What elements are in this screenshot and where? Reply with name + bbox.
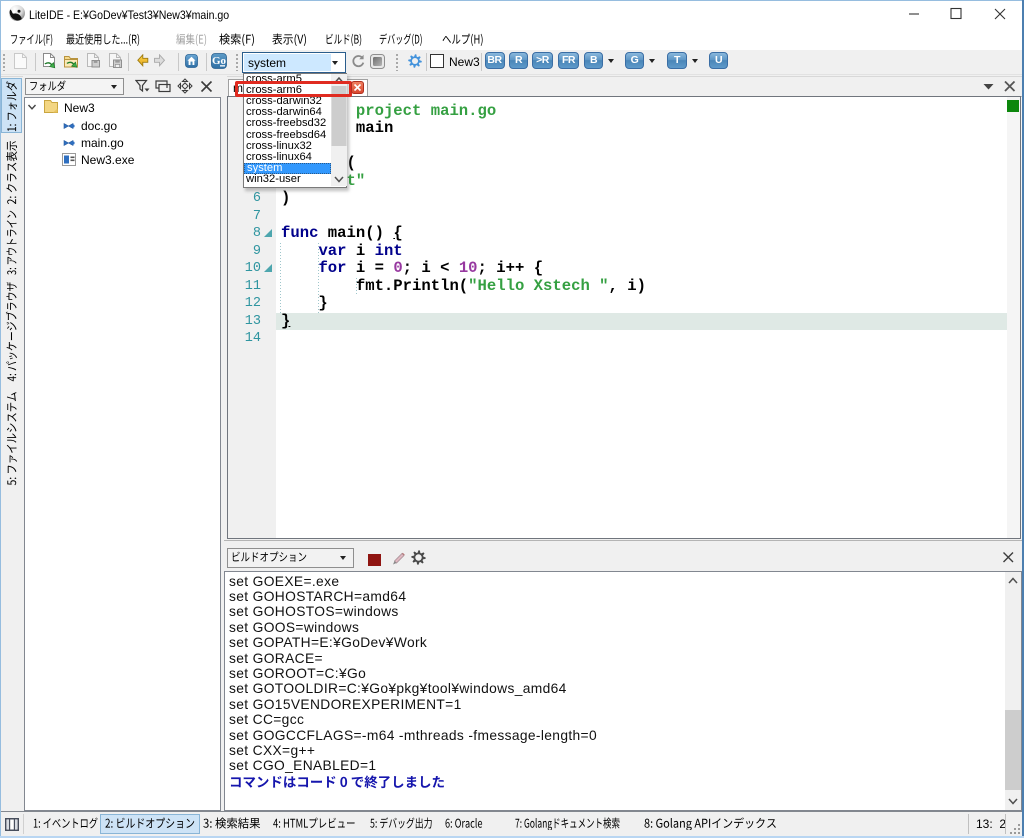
svg-text:Go: Go — [212, 55, 227, 67]
